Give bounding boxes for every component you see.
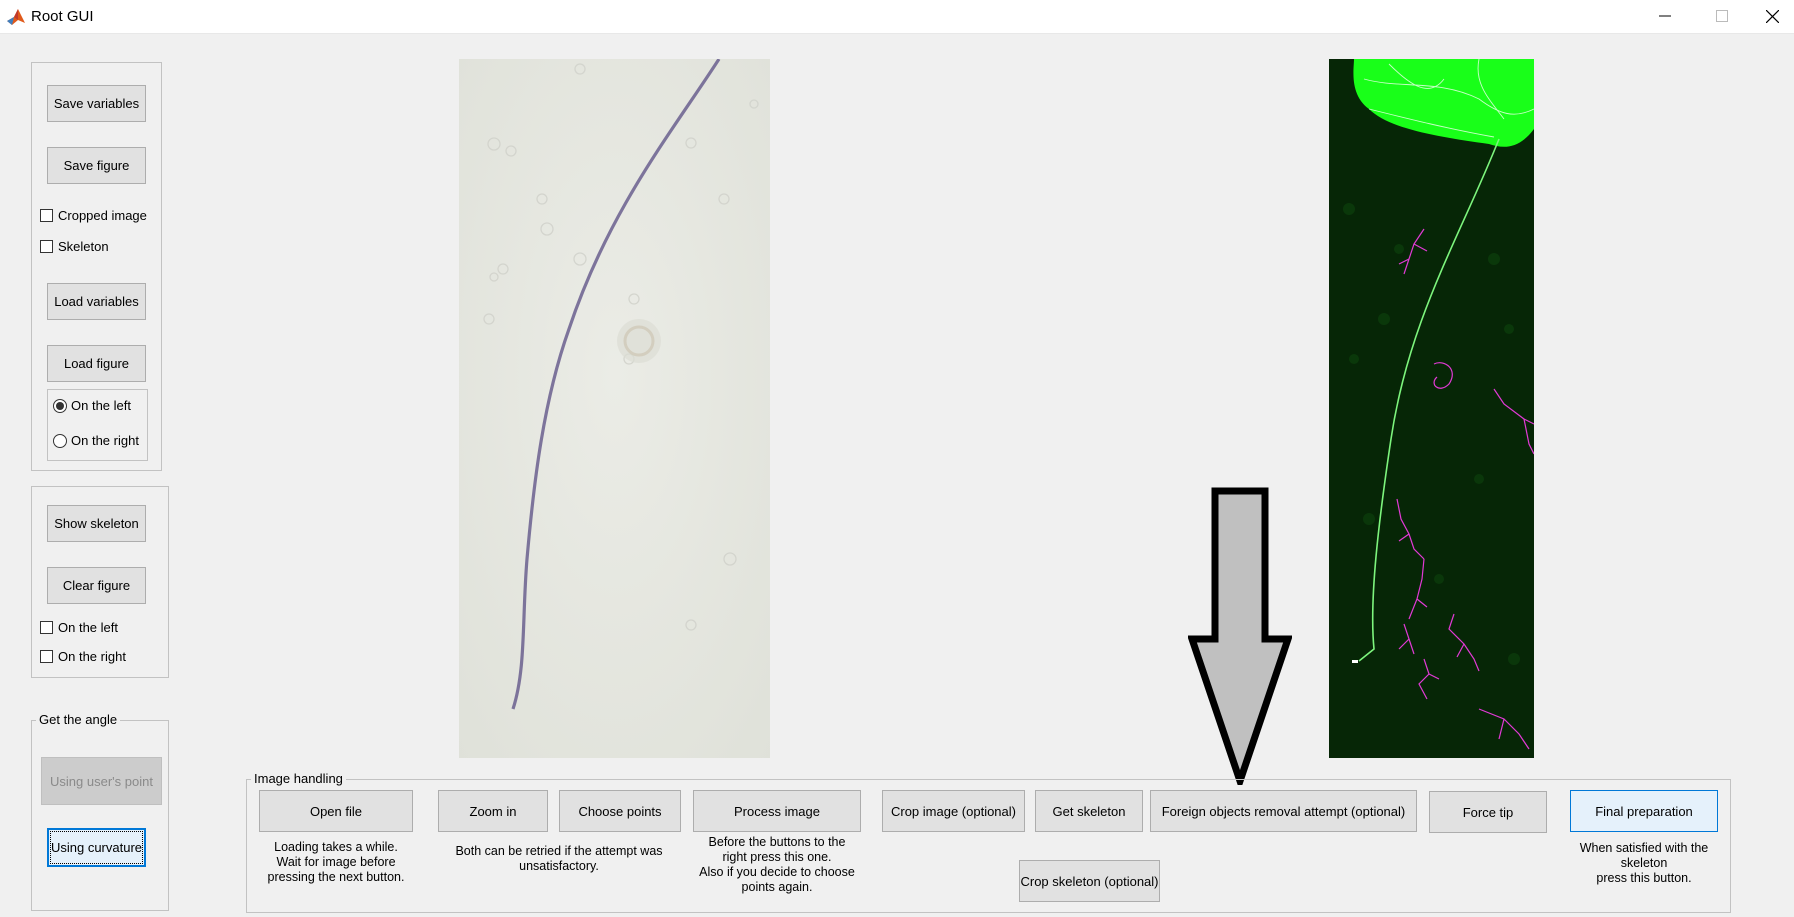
- load-on-left-label: On the left: [71, 398, 131, 413]
- open-file-hint: Loading takes a while. Wait for image be…: [267, 840, 405, 884]
- force-tip-button[interactable]: Force tip: [1429, 791, 1547, 833]
- skeleton-checkbox[interactable]: Skeleton: [40, 239, 109, 254]
- load-on-left-radio[interactable]: On the left: [53, 398, 131, 413]
- choose-points-button[interactable]: Choose points: [559, 790, 681, 832]
- points-hint: Both can be retried if the attempt was u…: [455, 844, 663, 873]
- checkbox-box[interactable]: [40, 650, 53, 663]
- original-image-axes[interactable]: [459, 59, 770, 758]
- using-curvature-button[interactable]: Using curvature: [47, 828, 146, 867]
- show-skeleton-button[interactable]: Show skeleton: [47, 505, 146, 542]
- radio-dot[interactable]: [53, 433, 67, 448]
- show-on-left-checkbox[interactable]: On the left: [40, 620, 118, 635]
- using-users-point-button[interactable]: Using user's point: [41, 757, 162, 805]
- process-image-hint: Before the buttons to the right press th…: [699, 835, 855, 894]
- cropped-image-label: Cropped image: [58, 208, 147, 223]
- show-on-right-checkbox[interactable]: On the right: [40, 649, 126, 664]
- clear-figure-button[interactable]: Clear figure: [47, 567, 146, 604]
- matlab-icon: [6, 7, 26, 27]
- window-title: Root GUI: [31, 8, 94, 25]
- load-on-right-radio[interactable]: On the right: [53, 433, 139, 448]
- checkbox-box[interactable]: [40, 621, 53, 634]
- get-angle-panel: Get the angle: [31, 712, 169, 911]
- show-on-left-label: On the left: [58, 620, 118, 635]
- load-figure-button[interactable]: Load figure: [47, 345, 146, 382]
- skeleton-image: [1329, 59, 1534, 758]
- show-on-right-label: On the right: [58, 649, 126, 664]
- maximize-button[interactable]: [1693, 0, 1750, 32]
- image-handling-title: Image handling: [251, 771, 346, 786]
- open-file-button[interactable]: Open file: [259, 790, 413, 832]
- final-preparation-button[interactable]: Final preparation: [1570, 790, 1718, 832]
- skeleton-image-axes[interactable]: [1329, 59, 1534, 758]
- load-variables-button[interactable]: Load variables: [47, 283, 146, 320]
- crop-skeleton-button[interactable]: Crop skeleton (optional): [1019, 860, 1160, 902]
- save-variables-button[interactable]: Save variables: [47, 85, 146, 122]
- radio-selected-dot[interactable]: [53, 398, 67, 413]
- foreign-objects-removal-button[interactable]: Foreign objects removal attempt (optiona…: [1150, 790, 1417, 832]
- get-angle-title: Get the angle: [36, 712, 121, 727]
- checkbox-box[interactable]: [40, 209, 53, 222]
- checkbox-box[interactable]: [40, 240, 53, 253]
- minimize-button[interactable]: [1636, 0, 1693, 32]
- title-bar: Root GUI: [0, 0, 1794, 34]
- zoom-in-button[interactable]: Zoom in: [438, 790, 548, 832]
- get-skeleton-button[interactable]: Get skeleton: [1035, 790, 1143, 832]
- close-button[interactable]: [1750, 0, 1794, 32]
- root-photo: [459, 59, 770, 758]
- save-figure-button[interactable]: Save figure: [47, 147, 146, 184]
- final-preparation-hint: When satisfied with the skeleton press t…: [1579, 841, 1709, 885]
- skeleton-label: Skeleton: [58, 239, 109, 254]
- crop-image-button[interactable]: Crop image (optional): [882, 790, 1025, 832]
- load-on-right-label: On the right: [71, 433, 139, 448]
- arrow-down-icon: [1188, 487, 1292, 785]
- process-image-button[interactable]: Process image: [693, 790, 861, 832]
- cropped-image-checkbox[interactable]: Cropped image: [40, 208, 147, 223]
